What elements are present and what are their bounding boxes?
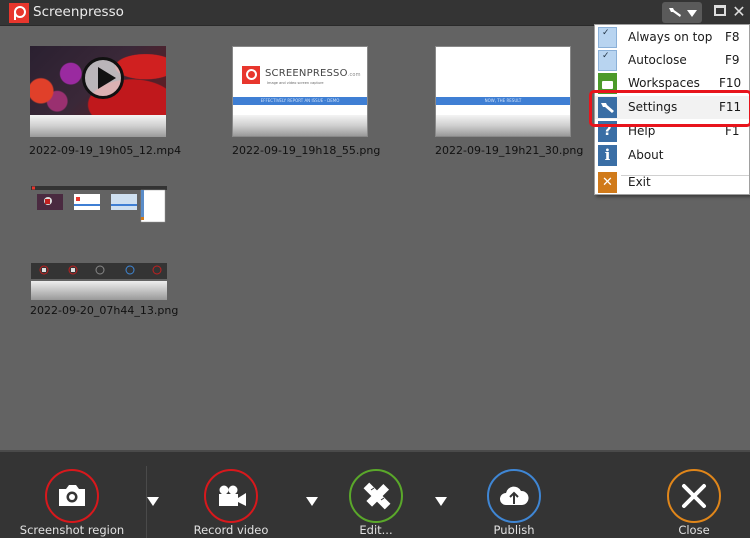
- cloud-upload-icon: [500, 486, 529, 505]
- thumbnail-item[interactable]: [31, 186, 167, 231]
- play-icon: [82, 57, 124, 99]
- thumbnail-filename: 2022-09-19_19h18_55.png: [232, 144, 381, 157]
- publish-label: Publish: [493, 523, 535, 537]
- close-label: Close: [678, 523, 710, 537]
- thumbnail-filename: 2022-09-19_19h21_30.png: [435, 144, 584, 157]
- logo-text: SCREENPRESSO.com: [265, 68, 361, 79]
- ruler-pencil-icon: [363, 482, 391, 510]
- exit-icon: ✕: [598, 172, 617, 193]
- tools-menu-button[interactable]: [662, 2, 702, 23]
- info-icon: i: [598, 145, 617, 166]
- thumbnail-item[interactable]: 2022-09-19_19h05_12.mp4: [29, 46, 181, 166]
- thumbnail-item[interactable]: SCREENPRESSO.com Image and video screen …: [232, 46, 380, 166]
- screenpresso-logo-icon: [9, 3, 29, 23]
- menu-item-exit[interactable]: ✕ Exit: [595, 171, 750, 194]
- checkbox-checked-icon: ✓: [598, 27, 617, 48]
- edit-label: Edit...: [359, 523, 393, 537]
- record-video-button[interactable]: [201, 466, 261, 526]
- thumbnail-filename: 2022-09-19_19h05_12.mp4: [29, 144, 182, 157]
- wrench-icon: [669, 8, 681, 17]
- close-window-button[interactable]: ✕: [731, 2, 747, 22]
- publish-button[interactable]: [484, 466, 544, 526]
- thumbnail-item[interactable]: NOW, THE RESULT 2022-09-19_19h21_30.png: [435, 46, 583, 166]
- screenshot-region-button[interactable]: [42, 466, 102, 526]
- close-button[interactable]: [664, 466, 724, 526]
- maximize-button[interactable]: [714, 5, 726, 16]
- thumbnail-image: SCREENPRESSO.com Image and video screen …: [232, 46, 368, 137]
- thumbnail-image: [31, 186, 167, 231]
- record-video-label: Record video: [193, 523, 269, 537]
- settings-highlight-annotation: [589, 90, 750, 127]
- edit-dropdown-caret[interactable]: [435, 497, 447, 506]
- close-icon: [682, 484, 706, 508]
- thumbnail-filename: 2022-09-20_07h44_13.png: [30, 304, 179, 317]
- screenshot-dropdown-caret[interactable]: [147, 497, 159, 506]
- video-camera-icon: [219, 485, 246, 506]
- thumbnail-image: NOW, THE RESULT: [435, 46, 571, 137]
- caret-down-icon: [687, 10, 697, 17]
- screenpresso-logo-icon: [242, 66, 260, 84]
- thumbnail-image: [31, 263, 167, 300]
- title-bar: Screenpresso ✕: [0, 0, 750, 26]
- record-dropdown-caret[interactable]: [306, 497, 318, 506]
- menu-item-about[interactable]: i About: [595, 144, 750, 167]
- banner: NOW, THE RESULT: [436, 97, 570, 105]
- bottom-toolbar: Screenshot region Record video Edit... P…: [0, 450, 750, 538]
- camera-icon: [59, 485, 85, 506]
- banner: EFFECTIVELY REPORT AN ISSUE - DEMO: [233, 97, 367, 105]
- checkbox-checked-icon: ✓: [598, 50, 617, 71]
- screenshot-region-label: Screenshot region: [19, 523, 125, 537]
- edit-button[interactable]: [346, 466, 406, 526]
- thumbnail-item[interactable]: 2022-09-20_07h44_13.png: [30, 263, 178, 318]
- thumbnail-image: [30, 46, 166, 137]
- app-title: Screenpresso: [33, 4, 124, 20]
- menu-item-autoclose[interactable]: ✓ Autoclose F9: [595, 49, 750, 72]
- menu-item-always-on-top[interactable]: ✓ Always on top F8: [595, 26, 750, 49]
